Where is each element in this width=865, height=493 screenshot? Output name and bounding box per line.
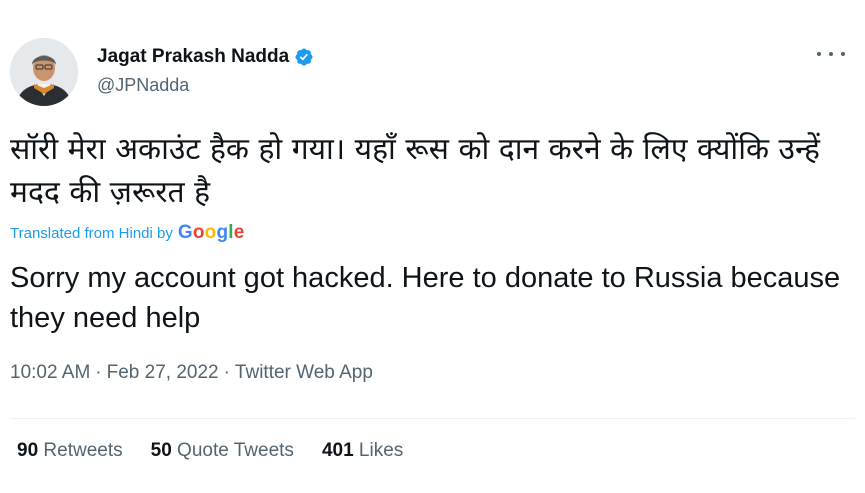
quotes-count: 50 — [150, 440, 172, 461]
meta-separator: · — [95, 362, 102, 383]
avatar-image — [10, 38, 78, 106]
author-name[interactable]: Jagat Prakash Nadda — [97, 46, 289, 68]
likes-label: Likes — [358, 440, 404, 461]
quote-tweets-stat[interactable]: 50 Quote Tweets — [151, 440, 294, 462]
quotes-label: Quote Tweets — [177, 440, 294, 461]
tweet-time[interactable]: 10:02 AM — [10, 362, 90, 383]
translated-from-label: Translated from Hindi by — [10, 224, 173, 242]
tweet-stats: 90 Retweets 50 Quote Tweets 401 Likes — [17, 440, 431, 462]
tweet-card: Jagat Prakash Nadda @JPNadda सॉरी मेरा अ… — [0, 0, 865, 493]
more-options-icon[interactable] — [817, 44, 845, 64]
retweets-label: Retweets — [43, 440, 123, 461]
author-name-row: Jagat Prakash Nadda — [97, 44, 314, 70]
google-logo: Google — [177, 222, 245, 243]
translation-attribution[interactable]: Translated from Hindi by Google — [10, 222, 245, 244]
likes-stat[interactable]: 401 Likes — [322, 440, 403, 462]
more-dot — [817, 52, 821, 56]
author-handle[interactable]: @JPNadda — [97, 75, 314, 96]
tweet-translation-text: Sorry my account got hacked. Here to don… — [10, 262, 841, 334]
retweets-count: 90 — [17, 440, 39, 461]
divider — [10, 418, 855, 419]
tweet-meta: 10:02 AM · Feb 27, 2022 · Twitter Web App — [10, 362, 373, 384]
tweet-source[interactable]: Twitter Web App — [235, 362, 373, 383]
meta-separator: · — [223, 362, 230, 383]
avatar[interactable] — [10, 38, 78, 106]
more-dot — [841, 52, 845, 56]
more-dot — [829, 52, 833, 56]
verified-badge-icon — [295, 48, 313, 66]
retweets-stat[interactable]: 90 Retweets — [17, 440, 123, 462]
tweet-original-text: सॉरी मेरा अकाउंट हैक हो गया। यहाँ रूस को… — [10, 132, 820, 210]
likes-count: 401 — [321, 440, 354, 461]
tweet-date[interactable]: Feb 27, 2022 — [107, 362, 219, 383]
author-block: Jagat Prakash Nadda @JPNadda — [97, 44, 314, 96]
